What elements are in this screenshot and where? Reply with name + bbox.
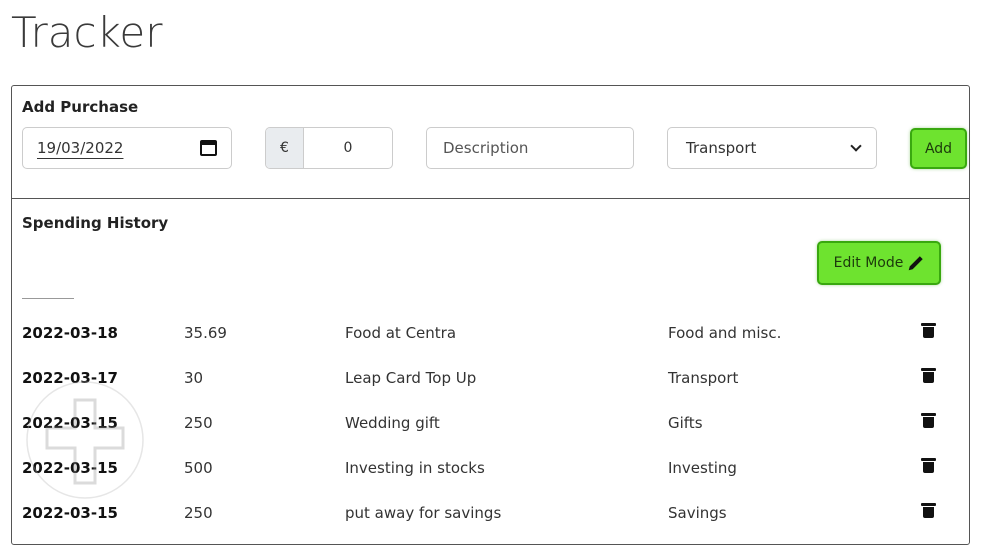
edit-mode-button[interactable]: Edit Mode bbox=[817, 241, 941, 285]
edit-mode-label: Edit Mode bbox=[833, 255, 904, 271]
category-select[interactable]: Transport bbox=[667, 127, 877, 169]
row-date: 2022-03-15 bbox=[22, 504, 118, 522]
row-category: Gifts bbox=[668, 414, 703, 432]
date-input[interactable]: 19/03/2022 bbox=[22, 127, 232, 169]
chevron-down-icon bbox=[850, 140, 862, 152]
trash-icon bbox=[921, 367, 936, 384]
delete-button[interactable] bbox=[921, 412, 936, 429]
amount-input[interactable]: 0 bbox=[304, 128, 392, 168]
table-row: 2022-03-18 35.69 Food at Centra Food and mi… bbox=[12, 312, 969, 356]
amount-input-group: € 0 bbox=[265, 127, 393, 169]
placeholder-line bbox=[22, 298, 74, 299]
row-amount: 30 bbox=[184, 369, 204, 387]
page-title: Tracker bbox=[11, 8, 163, 57]
trash-icon bbox=[921, 412, 936, 429]
delete-button[interactable] bbox=[921, 322, 936, 339]
category-selected-value: Transport bbox=[686, 139, 757, 157]
row-description: Leap Card Top Up bbox=[345, 369, 477, 387]
table-row: 2022-03-15 250 Wedding gift Gifts bbox=[12, 402, 969, 446]
add-purchase-heading: Add Purchase bbox=[22, 98, 139, 116]
table-row: 2022-03-15 500 Investing in stocks Investin… bbox=[12, 447, 969, 491]
row-date: 2022-03-18 bbox=[22, 324, 118, 342]
tracker-card: Add Purchase 19/03/2022 € 0 Description … bbox=[11, 85, 970, 545]
row-date: 2022-03-15 bbox=[22, 414, 118, 432]
row-description: Food at Centra bbox=[345, 324, 457, 342]
row-description: put away for savings bbox=[345, 504, 502, 522]
row-category: Investing bbox=[668, 459, 737, 477]
delete-button[interactable] bbox=[921, 502, 936, 519]
row-category: Savings bbox=[668, 504, 727, 522]
date-value: 19/03/2022 bbox=[37, 139, 124, 157]
pencil-icon bbox=[909, 255, 924, 270]
delete-button[interactable] bbox=[921, 367, 936, 384]
row-description: Wedding gift bbox=[345, 414, 440, 432]
add-button[interactable]: Add bbox=[910, 128, 967, 169]
delete-button[interactable] bbox=[921, 457, 936, 474]
description-input[interactable]: Description bbox=[426, 127, 634, 169]
row-date: 2022-03-17 bbox=[22, 369, 118, 387]
table-row: 2022-03-15 250 put away for savings Savings bbox=[12, 492, 969, 536]
row-category: Transport bbox=[668, 369, 739, 387]
trash-icon bbox=[921, 502, 936, 519]
row-amount: 500 bbox=[184, 459, 213, 477]
row-amount: 250 bbox=[184, 414, 213, 432]
row-category: Food and misc. bbox=[668, 324, 782, 342]
calendar-icon[interactable] bbox=[200, 140, 217, 156]
section-divider bbox=[12, 198, 969, 199]
trash-icon bbox=[921, 322, 936, 339]
spending-history-heading: Spending History bbox=[22, 214, 169, 232]
row-amount: 250 bbox=[184, 504, 213, 522]
table-row: 2022-03-17 30 Leap Card Top Up Transport bbox=[12, 357, 969, 401]
row-amount: 35.69 bbox=[184, 324, 227, 342]
row-date: 2022-03-15 bbox=[22, 459, 118, 477]
row-description: Investing in stocks bbox=[345, 459, 485, 477]
currency-prefix: € bbox=[266, 128, 304, 168]
trash-icon bbox=[921, 457, 936, 474]
